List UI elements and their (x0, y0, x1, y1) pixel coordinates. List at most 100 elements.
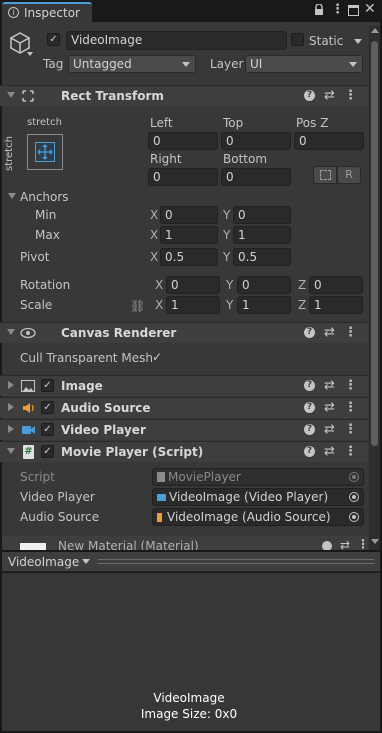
scroll-thumb[interactable] (371, 41, 378, 446)
video-player-enabled-checkbox[interactable]: ✓ (41, 423, 54, 436)
script-file-small-icon (157, 472, 165, 482)
preview-resize-handle[interactable] (98, 559, 374, 564)
audio-source-field[interactable]: VideoImage (Audio Source) (152, 508, 364, 526)
left-field[interactable]: 0 (148, 132, 218, 150)
foldout-arrow-icon[interactable] (8, 425, 14, 433)
preview-dropdown[interactable]: VideoImage (6, 554, 92, 570)
scrollbar[interactable] (369, 26, 380, 550)
video-player-header[interactable]: ✓ Video Player ? ⇄ ⋮ (0, 419, 368, 440)
image-header[interactable]: ✓ Image ? ⇄ ⋮ (0, 375, 368, 396)
preset-icon[interactable]: ⇄ (324, 326, 335, 339)
static-dropdown-icon[interactable] (354, 39, 362, 44)
scale-z-field[interactable]: 1 (309, 296, 363, 314)
anchors-label: Anchors (20, 190, 69, 204)
help-icon[interactable] (322, 541, 332, 550)
tag-label: Tag (43, 57, 64, 71)
preset-icon[interactable]: ⇄ (324, 401, 335, 414)
tab-inspector[interactable]: i Inspector (2, 2, 92, 22)
movie-player-enabled-checkbox[interactable]: ✓ (41, 445, 54, 458)
object-picker-icon[interactable] (349, 492, 359, 502)
blueprint-mode-button[interactable] (313, 166, 337, 184)
image-enabled-checkbox[interactable]: ✓ (41, 379, 54, 392)
component-header-icons: ? ⇄ ⋮ (304, 423, 357, 437)
static-checkbox[interactable] (291, 33, 304, 46)
chevron-down-icon (182, 62, 190, 67)
tag-dropdown[interactable]: Untagged (68, 55, 196, 73)
image-component-icon (21, 380, 35, 392)
component-header-icons: ? ⇄ ⋮ (304, 89, 357, 103)
min-x-field[interactable]: 0 (160, 206, 218, 224)
audio-source-value: VideoImage (Audio Source) (167, 510, 331, 524)
top-field[interactable]: 0 (221, 132, 291, 150)
foldout-arrow-icon[interactable] (8, 381, 14, 389)
eye-icon (20, 327, 36, 339)
canvas-renderer-header[interactable]: Canvas Renderer ? ⇄ ⋮ (0, 322, 368, 343)
scroll-up-icon[interactable] (371, 28, 379, 33)
component-header-icons: ? ⇄ ⋮ (304, 401, 357, 415)
min-y-field[interactable]: 0 (233, 206, 291, 224)
audio-source-header[interactable]: ✓ Audio Source ? ⇄ ⋮ (0, 397, 368, 418)
foldout-arrow-icon[interactable] (7, 92, 15, 98)
object-picker-icon[interactable] (349, 512, 359, 522)
movie-player-header[interactable]: # ✓ Movie Player (Script) ? ⇄ ⋮ (0, 441, 368, 462)
tag-value: Untagged (73, 57, 132, 71)
icon-dropdown-arrow-icon[interactable] (27, 52, 33, 56)
rotation-z-field[interactable]: 0 (309, 276, 363, 294)
help-icon[interactable]: ? (304, 424, 315, 435)
preset-icon[interactable]: ⇄ (324, 445, 335, 458)
preset-icon[interactable]: ⇄ (324, 423, 335, 436)
object-name-field[interactable]: VideoImage (66, 31, 287, 50)
help-icon[interactable]: ? (304, 90, 315, 101)
maximize-icon[interactable] (348, 5, 359, 16)
foldout-arrow-icon[interactable] (7, 448, 15, 454)
scroll-down-icon[interactable] (371, 539, 379, 544)
help-icon[interactable]: ? (304, 327, 315, 338)
right-field[interactable]: 0 (148, 168, 218, 186)
info-icon: i (8, 7, 19, 18)
kebab-menu-icon[interactable]: ⋮ (344, 401, 357, 414)
close-icon[interactable]: ✕ (364, 1, 376, 17)
active-checkbox[interactable]: ✓ (47, 33, 60, 46)
max-x-field[interactable]: 1 (160, 226, 218, 244)
rect-transform-header[interactable]: Rect Transform ? ⇄ ⋮ (0, 85, 368, 106)
help-icon[interactable]: ? (304, 380, 315, 391)
pivot-y-field[interactable]: 0.5 (233, 248, 291, 266)
scale-x-field[interactable]: 1 (166, 296, 220, 314)
bottom-field[interactable]: 0 (221, 168, 291, 186)
cull-transparent-mesh-checkbox[interactable]: ✓ (152, 350, 162, 364)
scale-y-axis-label: Y (226, 298, 234, 312)
kebab-menu-icon[interactable]: ⋮ (344, 89, 357, 102)
raw-edit-button[interactable]: R (337, 166, 361, 184)
cull-transparent-mesh-label: Cull Transparent Mesh (20, 351, 153, 365)
rotation-x-field[interactable]: 0 (166, 276, 220, 294)
kebab-menu-icon[interactable]: ⋮ (344, 423, 357, 436)
script-file-icon: # (23, 445, 34, 459)
kebab-menu-icon[interactable]: ⋮ (357, 537, 368, 550)
kebab-menu-icon[interactable]: ⋮ (344, 326, 357, 339)
audio-source-enabled-checkbox[interactable]: ✓ (41, 401, 54, 414)
material-header[interactable]: New Material (Material) ⇄ ⋮ (2, 536, 368, 550)
speaker-icon (22, 402, 36, 414)
video-player-field[interactable]: VideoImage (Video Player) (152, 488, 364, 506)
kebab-menu-icon[interactable]: ⋮ (331, 2, 344, 17)
rotation-y-field[interactable]: 0 (237, 276, 291, 294)
help-icon[interactable]: ? (304, 446, 315, 457)
anchors-foldout-icon[interactable] (8, 193, 16, 199)
preset-icon[interactable]: ⇄ (324, 89, 335, 102)
pivot-x-field[interactable]: 0.5 (160, 248, 218, 266)
preset-icon[interactable]: ⇄ (340, 538, 350, 550)
scale-y-field[interactable]: 1 (237, 296, 291, 314)
anchor-preset-button[interactable] (27, 134, 63, 170)
posz-field[interactable]: 0 (294, 132, 364, 150)
kebab-menu-icon[interactable]: ⋮ (344, 445, 357, 458)
constrain-proportions-icon[interactable]: ⛓ (130, 299, 145, 313)
max-y-field[interactable]: 1 (233, 226, 291, 244)
foldout-arrow-icon[interactable] (8, 403, 14, 411)
kebab-menu-icon[interactable]: ⋮ (344, 379, 357, 392)
help-icon[interactable]: ? (304, 402, 315, 413)
preset-icon[interactable]: ⇄ (324, 379, 335, 392)
foldout-arrow-icon[interactable] (7, 329, 15, 335)
lock-icon[interactable] (314, 3, 324, 16)
layer-dropdown[interactable]: UI (245, 55, 363, 73)
top-label: Top (223, 116, 244, 130)
